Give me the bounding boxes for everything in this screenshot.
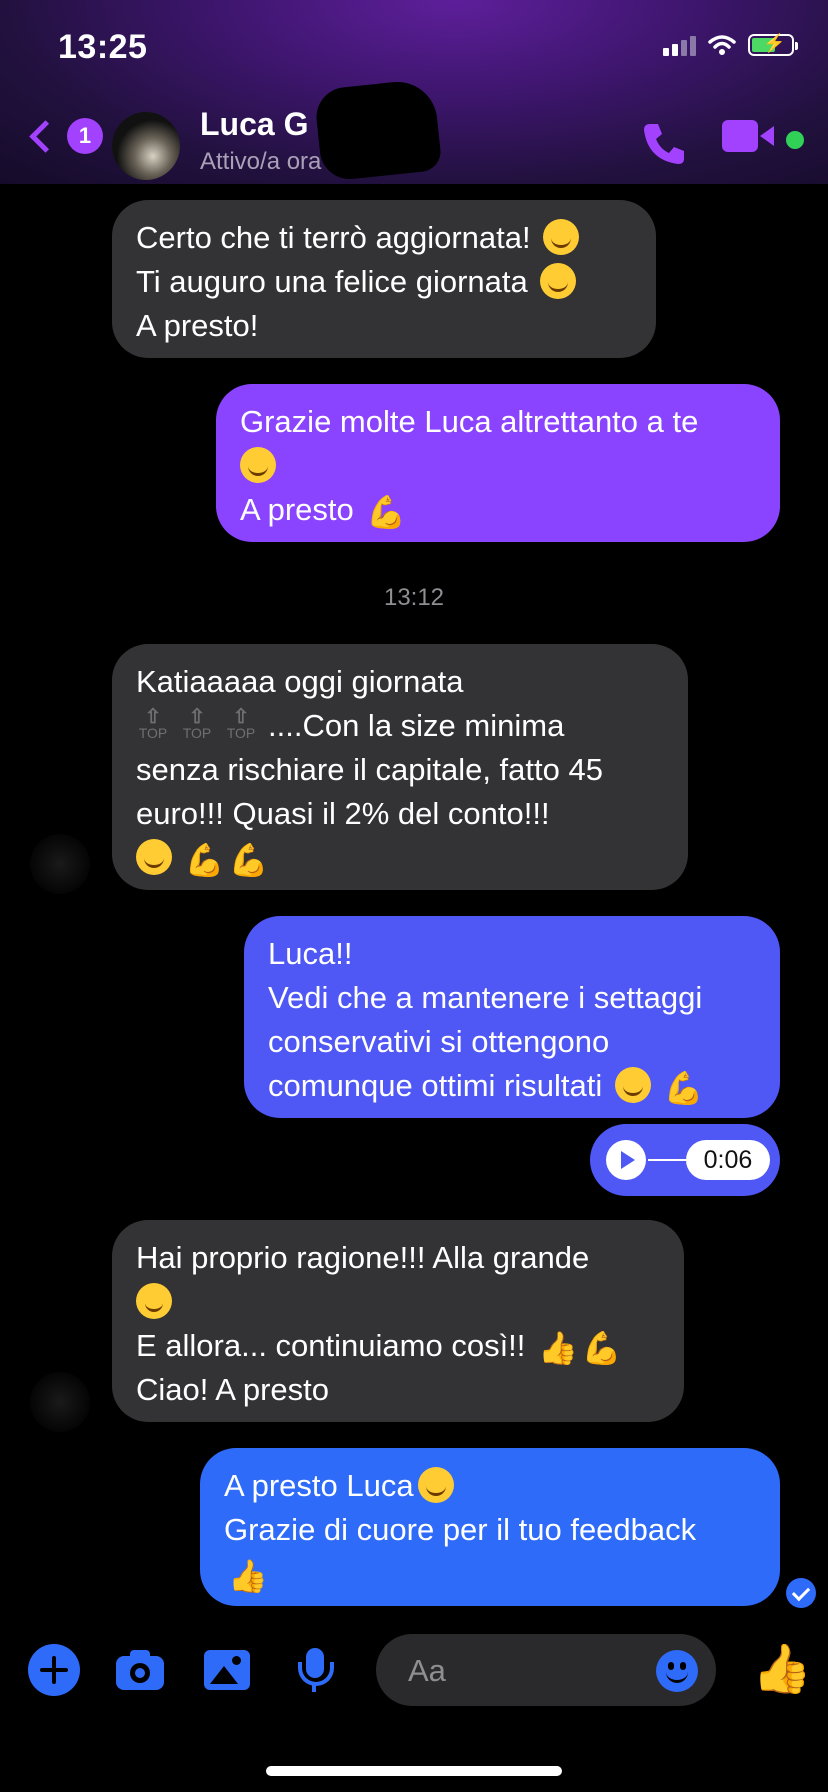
message-text: Ciao! A presto	[136, 1372, 330, 1407]
composer-bar: 👍	[0, 1620, 828, 1720]
thumbs-up-icon[interactable]: 👍	[752, 1642, 812, 1698]
online-indicator	[786, 131, 804, 149]
message-text: Ti auguro una felice giornata	[136, 264, 528, 299]
flexed-biceps-icon: 💪	[184, 842, 225, 878]
grin-emoji-icon	[240, 447, 276, 483]
wifi-icon	[708, 35, 736, 55]
message-input-container	[376, 1634, 716, 1708]
message-text: Katiaaaaa oggi giornata	[136, 664, 464, 699]
message-incoming[interactable]: Katiaaaaa oggi giornata ⇧ TOP ⇧ TOP ⇧ TOP....…	[112, 644, 688, 890]
smile-emoji-icon	[540, 263, 577, 299]
flexed-biceps-icon: 💪	[581, 1330, 622, 1366]
flexed-biceps-icon: 💪	[663, 1070, 704, 1106]
message-text: senza rischiare il capitale, fatto 45	[136, 752, 603, 787]
flexed-biceps-icon: 💪	[228, 842, 269, 878]
voice-message[interactable]: 0:06	[590, 1124, 780, 1196]
message-incoming[interactable]: Hai proprio ragione!!! Alla grande E all…	[112, 1220, 684, 1422]
thumbs-up-emoji-icon: 👍	[228, 1558, 268, 1594]
message-text: Luca!!	[268, 936, 353, 971]
home-indicator	[266, 1766, 562, 1776]
top-emoji-icon: ⇧ TOP	[138, 706, 168, 741]
message-text: Vedi che a mantenere i settaggi	[268, 980, 703, 1015]
message-text: E allora... continuiamo così!!	[136, 1328, 526, 1363]
emoji-icon[interactable]	[656, 1650, 698, 1692]
message-text: ....Con la size minima	[268, 708, 565, 743]
grin-emoji-icon	[614, 1067, 651, 1103]
timestamp: 13:12	[383, 584, 445, 611]
wink-emoji-icon	[136, 1283, 172, 1319]
back-button[interactable]: 1	[26, 118, 103, 154]
message-outgoing[interactable]: Luca!! Vedi che a mantenere i settaggi c…	[244, 916, 780, 1118]
message-outgoing[interactable]: Grazie molte Luca altrettanto a te A pre…	[216, 384, 780, 542]
signal-icon	[663, 34, 696, 56]
header-bar: 13:25 ⚡ 1 Luca G Attivo/a ora	[0, 0, 828, 184]
contact-mini-avatar	[30, 1372, 90, 1432]
flexed-biceps-icon: 💪	[366, 494, 407, 530]
message-outgoing[interactable]: A presto Luca Grazie di cuore per il tuo…	[200, 1448, 780, 1606]
battery-icon: ⚡	[748, 33, 798, 56]
play-icon[interactable]	[606, 1140, 646, 1180]
camera-icon[interactable]	[114, 1644, 166, 1696]
grin-emoji-icon	[417, 1467, 454, 1503]
smile-emoji-icon	[543, 219, 580, 255]
message-text: Hai proprio ragione!!! Alla grande	[136, 1240, 590, 1275]
contact-mini-avatar	[30, 834, 90, 894]
contact-name[interactable]: Luca G	[200, 106, 308, 143]
message-text: euro!!! Quasi il 2% del conto!!!	[136, 796, 550, 831]
message-input[interactable]	[406, 1634, 630, 1708]
redaction-mark	[313, 77, 443, 183]
unread-badge: 1	[67, 118, 103, 154]
top-emoji-icon: ⇧ TOP	[226, 706, 256, 741]
top-emoji-icon: ⇧ TOP	[182, 706, 212, 741]
message-text: Certo che ti terrò aggiornata!	[136, 220, 531, 255]
plus-icon[interactable]	[28, 1644, 80, 1696]
back-chevron-icon	[29, 119, 62, 153]
status-time: 13:25	[58, 28, 148, 66]
status-icons: ⚡	[663, 33, 798, 56]
message-text: conservativi si ottengono	[268, 1024, 610, 1059]
video-camera-icon	[722, 120, 758, 152]
message-incoming[interactable]: Certo che ti terrò aggiornata! Ti auguro…	[112, 200, 656, 358]
phone-icon[interactable]	[640, 118, 690, 168]
microphone-icon[interactable]	[290, 1644, 342, 1696]
voice-duration: 0:06	[686, 1140, 770, 1180]
smile-emoji-icon	[136, 839, 172, 875]
contact-avatar[interactable]	[112, 112, 180, 180]
message-text: Grazie di cuore per il tuo feedback	[224, 1512, 697, 1547]
thumbs-up-emoji-icon: 👍	[538, 1330, 578, 1366]
message-text: A presto!	[136, 308, 259, 343]
contact-status: Attivo/a ora	[200, 148, 322, 175]
message-text: comunque ottimi risultati	[268, 1068, 603, 1103]
message-text: Grazie molte Luca altrettanto a te	[240, 404, 699, 439]
message-text: A presto Luca	[224, 1468, 414, 1503]
gallery-icon[interactable]	[202, 1644, 254, 1696]
video-call-button[interactable]	[722, 120, 774, 152]
seen-check-icon	[786, 1578, 816, 1608]
message-text: A presto	[240, 492, 354, 527]
